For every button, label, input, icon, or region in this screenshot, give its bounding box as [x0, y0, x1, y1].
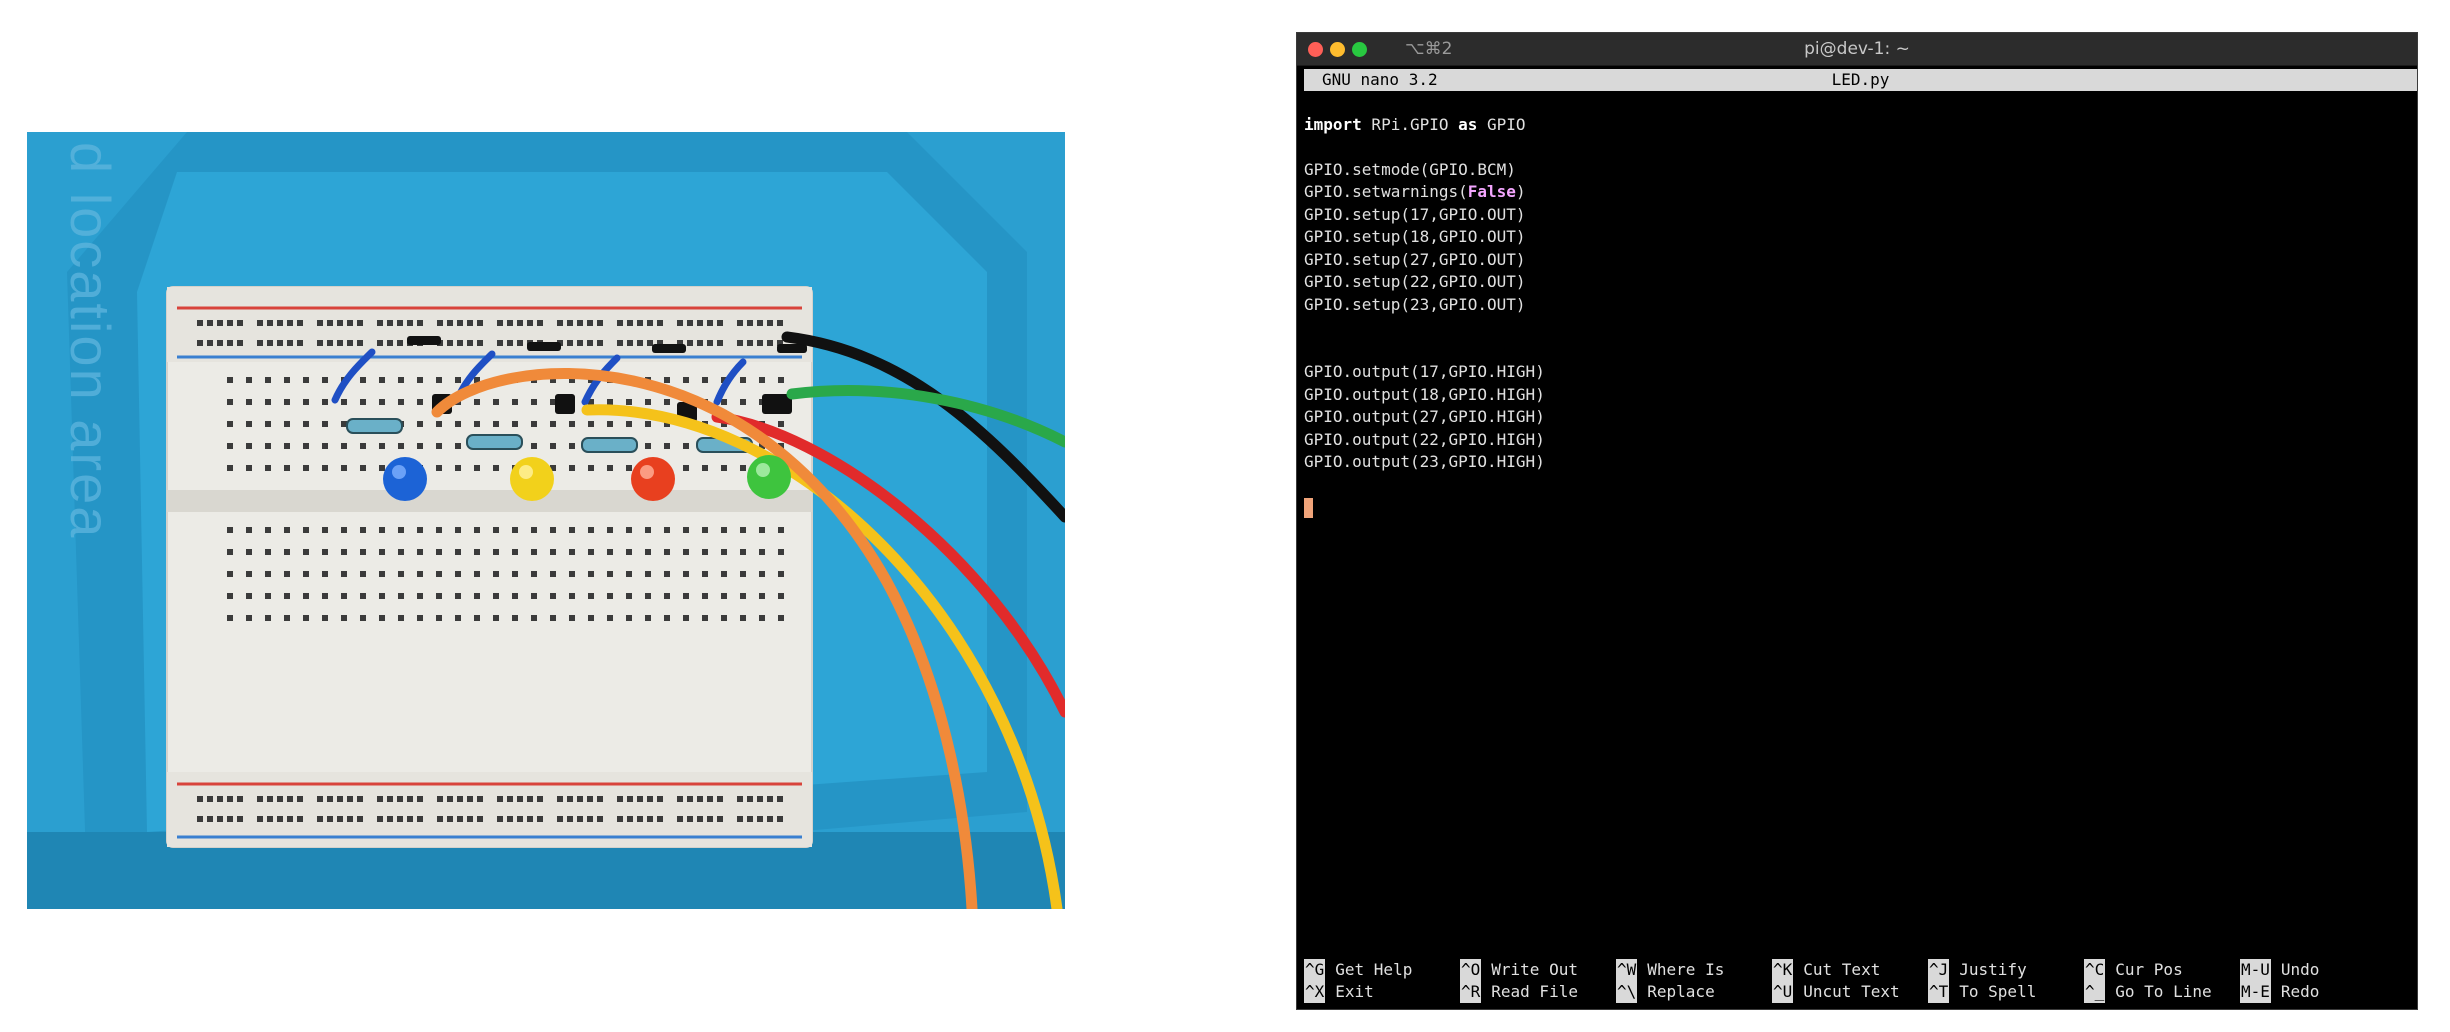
- shortcut-label: Read File: [1491, 982, 1578, 1001]
- terminal-window[interactable]: ⌥⌘2 pi@dev-1: ~ GNU nano 3.2 LED.py impo…: [1296, 32, 2418, 1010]
- shortcut-item[interactable]: ^G Get Help: [1304, 959, 1412, 981]
- shortcut-key: ^\: [1616, 981, 1638, 1003]
- code-line-output[interactable]: GPIO.output(22,GPIO.HIGH): [1304, 429, 2417, 452]
- breadboard-photo: d location area: [27, 132, 1065, 909]
- shortcut-key: ^U: [1772, 981, 1794, 1003]
- code-line-setup[interactable]: GPIO.setup(27,GPIO.OUT): [1304, 249, 2417, 272]
- code-line-setup[interactable]: GPIO.setup(22,GPIO.OUT): [1304, 271, 2417, 294]
- nano-shortcut-bar: ^G Get Help ^O Write Out ^W Where Is ^K Cut Tex…: [1304, 959, 2417, 1003]
- led-green: [747, 455, 791, 499]
- shortcut-item[interactable]: ^\ Replace: [1616, 981, 1715, 1003]
- breadboard-illustration: [27, 132, 1065, 909]
- code-line-setwarnings[interactable]: GPIO.setwarnings(False): [1304, 181, 2417, 204]
- shortcut-label: Redo: [2280, 982, 2320, 1001]
- code-line-output[interactable]: GPIO.output(27,GPIO.HIGH): [1304, 406, 2417, 429]
- shortcut-label: Replace: [1647, 982, 1715, 1001]
- shortcut-key: ^_: [2084, 981, 2106, 1003]
- led-blue: [383, 457, 427, 501]
- shortcut-item[interactable]: ^O Write Out: [1460, 959, 1578, 981]
- shortcut-item[interactable]: M-E Redo: [2240, 981, 2319, 1003]
- nano-editor[interactable]: GNU nano 3.2 LED.py import RPi.GPIO as G…: [1304, 69, 2417, 1009]
- shortcut-row: ^X Exit ^R Read File ^\ Replace ^U Uncut Text ^T…: [1304, 981, 2417, 1003]
- shortcut-key: M-U: [2240, 959, 2271, 981]
- code-line-setmode[interactable]: GPIO.setmode(GPIO.BCM): [1304, 159, 2417, 182]
- shortcut-key: ^O: [1460, 959, 1482, 981]
- code-line-output[interactable]: GPIO.output(23,GPIO.HIGH): [1304, 451, 2417, 474]
- shortcut-label: Cut Text: [1803, 960, 1881, 979]
- shortcut-key: ^C: [2084, 959, 2106, 981]
- shortcut-key: ^J: [1928, 959, 1950, 981]
- window-title: pi@dev-1: ~: [1804, 39, 1910, 59]
- keyword-false: False: [1467, 182, 1516, 201]
- setwarnings-close: ): [1515, 182, 1526, 201]
- shortcut-item[interactable]: M-U Undo: [2240, 959, 2319, 981]
- code-line-setup[interactable]: GPIO.setup(23,GPIO.OUT): [1304, 294, 2417, 317]
- mat-label: d location area: [59, 142, 122, 540]
- shortcut-row: ^G Get Help ^O Write Out ^W Where Is ^K Cut Tex…: [1304, 959, 2417, 981]
- shortcut-key: ^W: [1616, 959, 1638, 981]
- shortcut-key: ^G: [1304, 959, 1326, 981]
- led-red: [631, 457, 675, 501]
- shortcut-label: Get Help: [1335, 960, 1413, 979]
- shortcut-label: Justify: [1959, 960, 2027, 979]
- shortcut-key: ^X: [1304, 981, 1326, 1003]
- shortcut-key: ^K: [1772, 959, 1794, 981]
- shortcut-item[interactable]: ^J Justify: [1928, 959, 2027, 981]
- shortcut-label: Cur Pos: [2115, 960, 2183, 979]
- module-name: RPi.GPIO: [1361, 114, 1459, 134]
- module-alias: GPIO: [1477, 114, 1526, 134]
- shortcut-item[interactable]: ^X Exit: [1304, 981, 1374, 1003]
- code-line-output[interactable]: GPIO.output(17,GPIO.HIGH): [1304, 361, 2417, 384]
- led-yellow: [510, 457, 554, 501]
- setwarnings-call: GPIO.setwarnings(: [1304, 182, 1468, 201]
- shortcut-item[interactable]: ^U Uncut Text: [1772, 981, 1900, 1003]
- shortcut-item[interactable]: ^C Cur Pos: [2084, 959, 2183, 981]
- code-line-setup[interactable]: GPIO.setup(17,GPIO.OUT): [1304, 204, 2417, 227]
- shortcut-key: M-E: [2240, 981, 2271, 1003]
- nano-header-bar: GNU nano 3.2 LED.py: [1304, 69, 2417, 91]
- code-line-setup[interactable]: GPIO.setup(18,GPIO.OUT): [1304, 226, 2417, 249]
- shortcut-label: Write Out: [1491, 960, 1578, 979]
- shortcut-label: Go To Line: [2115, 982, 2212, 1001]
- text-cursor: [1304, 497, 1313, 518]
- shortcut-label: Undo: [2280, 960, 2320, 979]
- code-line-output[interactable]: GPIO.output(18,GPIO.HIGH): [1304, 384, 2417, 407]
- shortcut-key: ^R: [1460, 981, 1482, 1003]
- shortcut-key: ^T: [1928, 981, 1950, 1003]
- shortcut-label: To Spell: [1959, 982, 2037, 1001]
- shortcut-label: Exit: [1335, 982, 1374, 1001]
- shortcut-item[interactable]: ^R Read File: [1460, 981, 1578, 1003]
- nano-filename: LED.py: [1831, 70, 1890, 89]
- code-line-import[interactable]: import RPi.GPIO as GPIO: [1304, 114, 2417, 137]
- shortcut-item[interactable]: ^K Cut Text: [1772, 959, 1880, 981]
- keyword-as: as: [1458, 114, 1478, 134]
- title-bar[interactable]: ⌥⌘2 pi@dev-1: ~: [1297, 33, 2417, 66]
- shortcut-item[interactable]: ^W Where Is: [1616, 959, 1724, 981]
- shortcut-label: Uncut Text: [1803, 982, 1900, 1001]
- shortcut-label: Where Is: [1647, 960, 1725, 979]
- shortcut-item[interactable]: ^T To Spell: [1928, 981, 2036, 1003]
- shortcut-item[interactable]: ^_ Go To Line: [2084, 981, 2212, 1003]
